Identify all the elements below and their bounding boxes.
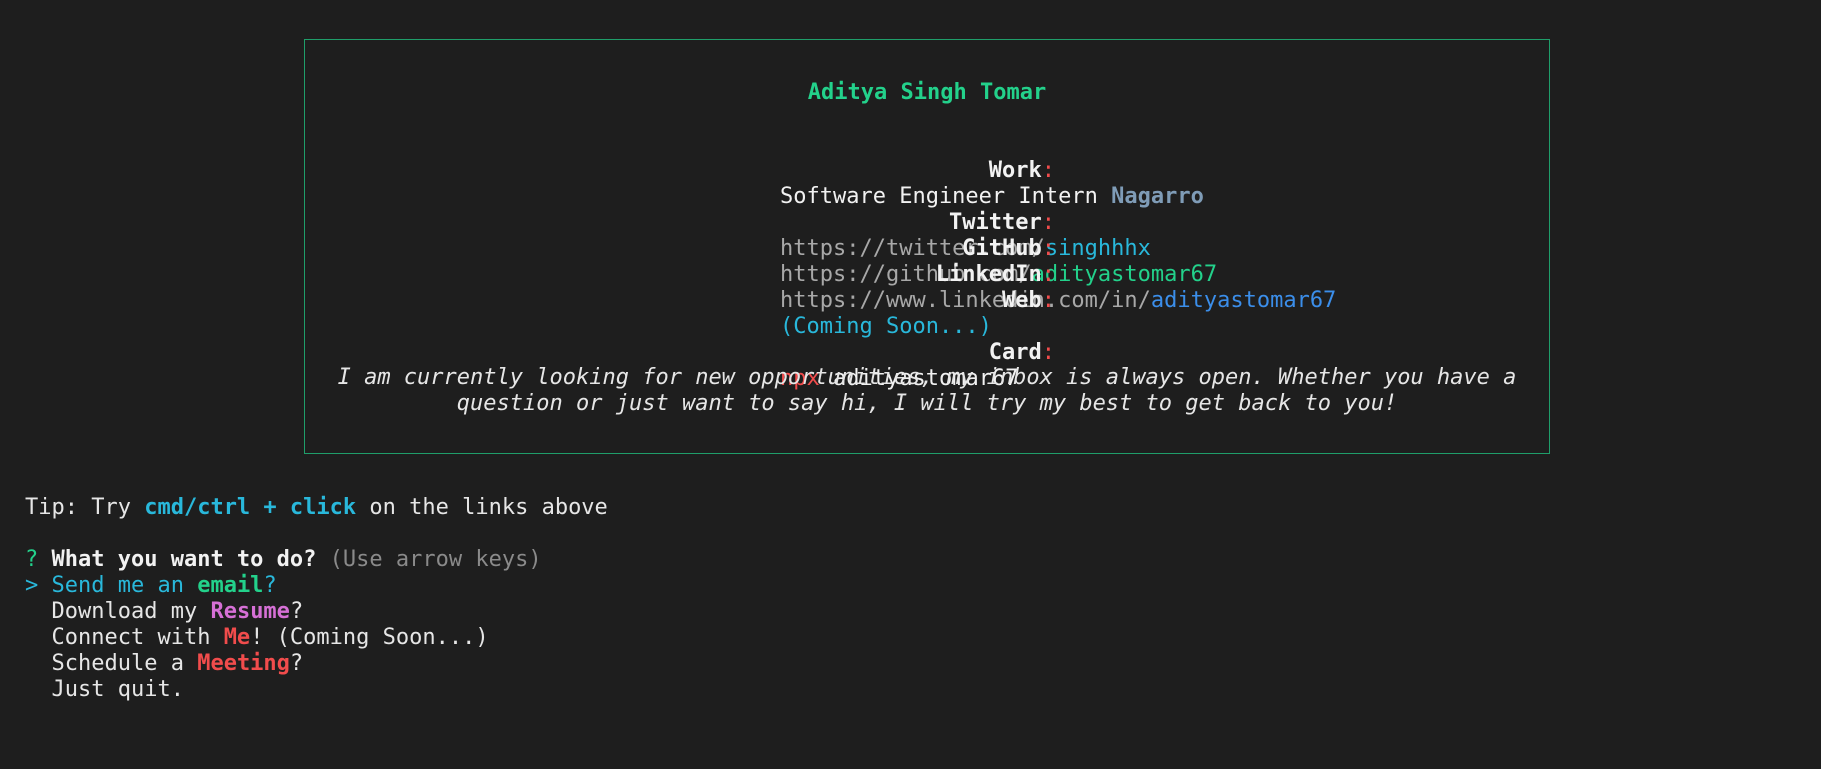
work-row: Work: Software Engineer Intern Nagarro [305, 132, 1549, 209]
question-marker: ? [25, 547, 39, 572]
profile-card: Aditya Singh Tomar Work: Software Engine… [304, 39, 1550, 454]
web-row: Web: (Coming Soon...) [305, 262, 1549, 339]
menu-option-email[interactable]: > Send me an email? [25, 573, 277, 599]
bio-quote: I am currently looking for new opportuni… [337, 365, 1517, 416]
linkedin-row: LinkedIn: https://www.linkedin.com/in/ad… [305, 236, 1549, 313]
prompt-question: ? What you want to do? (Use arrow keys) [25, 547, 542, 573]
question-text: What you want to do? [51, 547, 317, 572]
card-label: Card: [988, 340, 1055, 365]
menu-option-quit[interactable]: Just quit. [25, 677, 184, 703]
linkedin-link[interactable]: https://www.linkedin.com/in/adityastomar… [780, 288, 1336, 314]
web-label: Web: [1002, 288, 1055, 313]
profile-name: Aditya Singh Tomar [807, 80, 1047, 105]
twitter-row: Twitter: https://twitter.com/singhhhx [305, 184, 1549, 261]
menu-option-resume[interactable]: Download my Resume? [25, 599, 304, 625]
github-row: GitHub: https://github.com/adityastomar6… [305, 210, 1549, 287]
tip-line: Tip: Try cmd/ctrl + click on the links a… [25, 495, 608, 520]
selection-pointer: > [25, 573, 39, 598]
question-hint: (Use arrow keys) [329, 547, 542, 572]
tip-keys: cmd/ctrl + click [144, 495, 357, 520]
menu-option-connect[interactable]: Connect with Me! (Coming Soon...) [25, 625, 489, 651]
npx-card-row: Card: npx adityastomar67 [305, 314, 1549, 391]
menu-option-meeting[interactable]: Schedule a Meeting? [25, 651, 304, 677]
work-label: Work: [988, 158, 1055, 183]
